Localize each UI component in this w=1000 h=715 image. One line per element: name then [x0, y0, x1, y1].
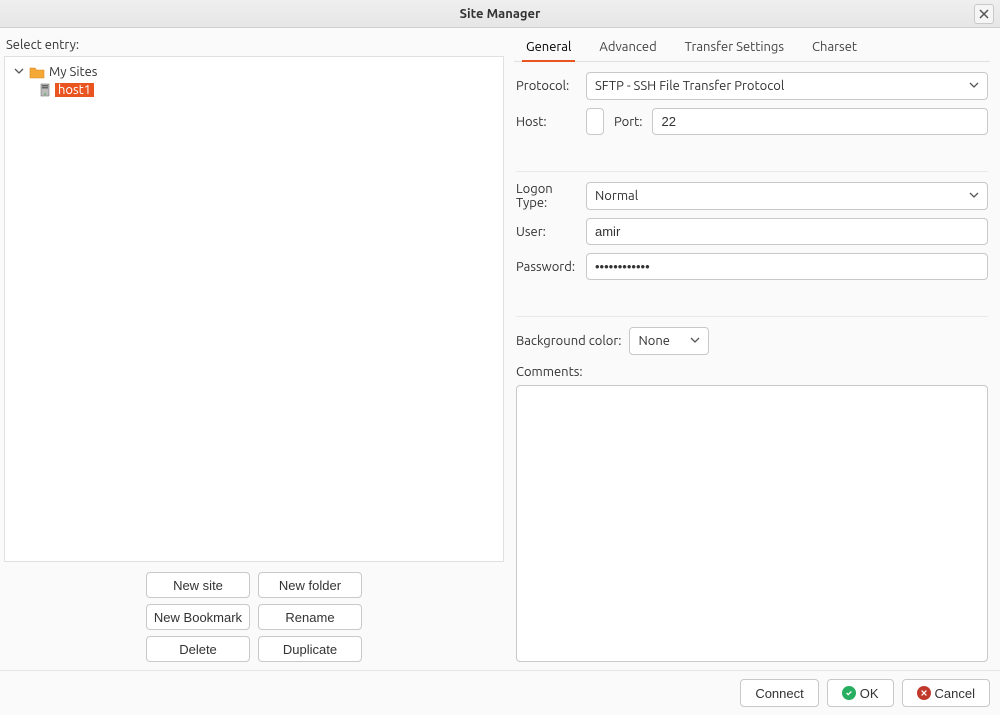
dialog-footer: Connect OK Cancel [0, 670, 1000, 715]
background-color-value: None [638, 334, 670, 348]
logon-type-select[interactable]: Normal [586, 182, 988, 210]
close-icon [979, 9, 989, 19]
user-input[interactable] [586, 218, 988, 245]
host-label: Host: [516, 115, 586, 129]
general-tab-content: Protocol: SFTP - SSH File Transfer Proto… [514, 62, 990, 662]
tab-advanced[interactable]: Advanced [595, 34, 660, 62]
port-input[interactable] [652, 108, 988, 135]
logon-type-label: Logon Type: [516, 182, 586, 210]
port-label: Port: [614, 115, 642, 129]
titlebar: Site Manager [0, 0, 1000, 28]
protocol-select[interactable]: SFTP - SSH File Transfer Protocol [586, 72, 988, 100]
server-icon [39, 83, 51, 97]
protocol-value: SFTP - SSH File Transfer Protocol [595, 79, 784, 93]
comments-label: Comments: [516, 365, 988, 379]
cancel-button[interactable]: Cancel [902, 679, 990, 707]
background-color-label: Background color: [516, 334, 621, 348]
tab-general[interactable]: General [522, 34, 575, 62]
host-input[interactable] [586, 108, 604, 135]
chevron-down-icon [969, 80, 979, 93]
site-tree[interactable]: My Sites host1 [4, 56, 504, 562]
logon-type-value: Normal [595, 189, 638, 203]
select-entry-label: Select entry: [4, 34, 504, 56]
tree-root-my-sites[interactable]: My Sites [9, 63, 499, 81]
window-close-button[interactable] [974, 4, 994, 24]
protocol-label: Protocol: [516, 79, 586, 93]
rename-button[interactable]: Rename [258, 604, 362, 630]
tree-root-label: My Sites [49, 65, 97, 79]
chevron-down-icon[interactable] [13, 65, 25, 79]
chevron-down-icon [969, 190, 979, 203]
cancel-icon [917, 686, 931, 700]
folder-icon [29, 65, 45, 79]
new-bookmark-button[interactable]: New Bookmark [146, 604, 250, 630]
password-input[interactable] [586, 253, 988, 280]
right-panel: General Advanced Transfer Settings Chars… [514, 34, 990, 662]
tree-action-buttons: New site New folder New Bookmark Rename … [4, 562, 504, 662]
tree-item-label: host1 [55, 83, 94, 97]
connect-button[interactable]: Connect [740, 679, 818, 707]
background-color-select[interactable]: None [629, 327, 709, 355]
tab-bar: General Advanced Transfer Settings Chars… [514, 34, 990, 62]
left-panel: Select entry: My Sites [4, 34, 504, 662]
check-icon [842, 686, 856, 700]
new-site-button[interactable]: New site [146, 572, 250, 598]
user-label: User: [516, 225, 586, 239]
new-folder-button[interactable]: New folder [258, 572, 362, 598]
tab-charset[interactable]: Charset [808, 34, 861, 62]
delete-button[interactable]: Delete [146, 636, 250, 662]
duplicate-button[interactable]: Duplicate [258, 636, 362, 662]
chevron-down-icon [690, 335, 700, 348]
tree-item-host1[interactable]: host1 [9, 81, 499, 99]
password-label: Password: [516, 260, 586, 274]
ok-button[interactable]: OK [827, 679, 894, 707]
tab-transfer-settings[interactable]: Transfer Settings [681, 34, 788, 62]
comments-textarea[interactable] [516, 385, 988, 662]
window-title: Site Manager [460, 7, 541, 21]
